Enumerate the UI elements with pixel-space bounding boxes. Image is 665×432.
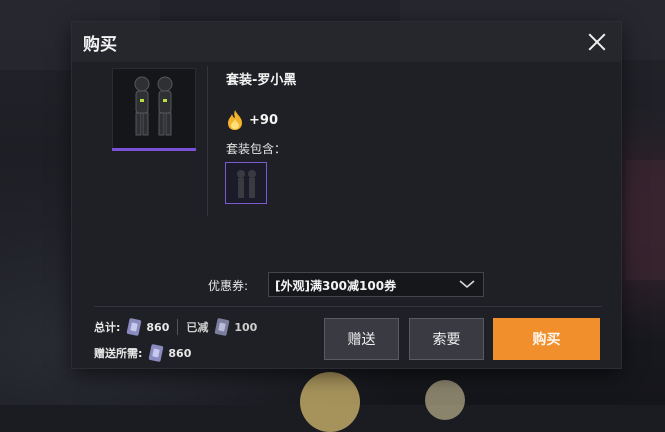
includes-label: 套装包含： xyxy=(226,142,287,156)
outfit-thumbnail-icon xyxy=(237,170,256,198)
item-preview[interactable] xyxy=(112,68,196,150)
total-value: 860 xyxy=(146,320,170,334)
gift-cost-value: 860 xyxy=(168,346,192,360)
divider xyxy=(207,66,208,216)
purchase-dialog: 购买 套装-罗小黑 +90 套装包含： 优惠券: [外观]满300减100券 总… xyxy=(72,22,621,368)
buy-button[interactable]: 购买 xyxy=(493,318,600,360)
dialog-header: 购买 xyxy=(72,22,621,62)
gift-button[interactable]: 赠送 xyxy=(324,318,399,360)
total-row: 总计: 860 已减 100 xyxy=(94,318,257,336)
gift-cost-label: 赠送所需: xyxy=(94,347,143,360)
outfit-figures-icon xyxy=(134,76,173,136)
request-button[interactable]: 索要 xyxy=(409,318,484,360)
discount-label: 已减 xyxy=(186,321,209,334)
coupon-dropdown[interactable]: [外观]满300减100券 xyxy=(268,272,484,297)
divider xyxy=(177,319,179,335)
dialog-title: 购买 xyxy=(83,35,117,55)
ticket-icon xyxy=(215,318,230,336)
divider xyxy=(94,306,602,307)
coupon-selected: [外观]满300减100券 xyxy=(275,279,397,293)
flame-icon xyxy=(228,110,242,130)
ticket-icon xyxy=(127,318,142,336)
coupon-label: 优惠券: xyxy=(208,279,249,293)
close-icon[interactable] xyxy=(583,28,611,56)
heat-value: +90 xyxy=(249,112,278,128)
total-label: 总计: xyxy=(94,321,121,334)
discount-value: 100 xyxy=(234,320,258,334)
heat-indicator: +90 xyxy=(226,108,278,132)
ticket-icon xyxy=(149,344,164,362)
chevron-down-icon xyxy=(459,280,475,289)
rarity-bar xyxy=(112,148,196,151)
item-name: 套装-罗小黑 xyxy=(226,73,297,88)
included-item-thumbnail[interactable] xyxy=(225,162,267,204)
gift-cost-row: 赠送所需: 860 xyxy=(94,344,191,362)
